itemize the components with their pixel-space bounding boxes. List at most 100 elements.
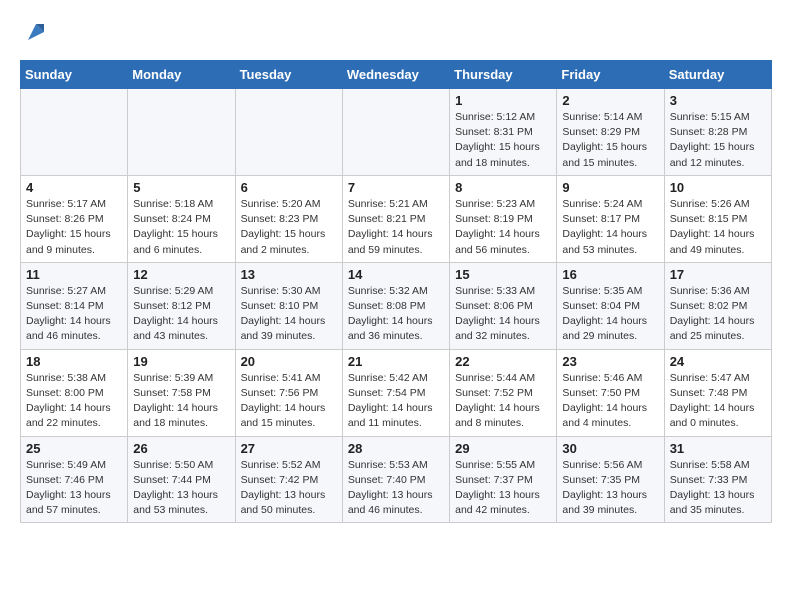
day-info: Sunrise: 5:12 AM Sunset: 8:31 PM Dayligh… xyxy=(455,110,551,171)
calendar-cell xyxy=(342,89,449,176)
day-info: Sunrise: 5:35 AM Sunset: 8:04 PM Dayligh… xyxy=(562,284,658,345)
day-info: Sunrise: 5:17 AM Sunset: 8:26 PM Dayligh… xyxy=(26,197,122,258)
calendar-cell: 22 Sunrise: 5:44 AM Sunset: 7:52 PM Dayli… xyxy=(450,349,557,436)
day-number: 16 xyxy=(562,267,658,282)
day-info: Sunrise: 5:58 AM Sunset: 7:33 PM Dayligh… xyxy=(670,458,766,519)
day-header-tuesday: Tuesday xyxy=(235,61,342,89)
week-row-5: 25 Sunrise: 5:49 AM Sunset: 7:46 PM Dayli… xyxy=(21,436,772,523)
day-info: Sunrise: 5:32 AM Sunset: 8:08 PM Dayligh… xyxy=(348,284,444,345)
calendar-cell: 28 Sunrise: 5:53 AM Sunset: 7:40 PM Dayli… xyxy=(342,436,449,523)
day-number: 29 xyxy=(455,441,551,456)
day-number: 5 xyxy=(133,180,229,195)
calendar-cell: 26 Sunrise: 5:50 AM Sunset: 7:44 PM Dayli… xyxy=(128,436,235,523)
day-number: 11 xyxy=(26,267,122,282)
calendar-cell: 29Sunrise: 5:55 AM Sunset: 7:37 PM Dayli… xyxy=(450,436,557,523)
calendar-cell xyxy=(128,89,235,176)
calendar-cell: 18 Sunrise: 5:38 AM Sunset: 8:00 PM Dayli… xyxy=(21,349,128,436)
calendar-cell: 8 Sunrise: 5:23 AM Sunset: 8:19 PM Daylig… xyxy=(450,175,557,262)
day-info: Sunrise: 5:56 AM Sunset: 7:35 PM Dayligh… xyxy=(562,458,658,519)
calendar-cell: 10 Sunrise: 5:26 AM Sunset: 8:15 PM Dayli… xyxy=(664,175,771,262)
day-number: 19 xyxy=(133,354,229,369)
day-number: 3 xyxy=(670,93,766,108)
day-info: Sunrise: 5:30 AM Sunset: 8:10 PM Dayligh… xyxy=(241,284,337,345)
logo xyxy=(20,20,48,44)
day-header-wednesday: Wednesday xyxy=(342,61,449,89)
calendar-table: SundayMondayTuesdayWednesdayThursdayFrid… xyxy=(20,60,772,523)
calendar-cell: 24Sunrise: 5:47 AM Sunset: 7:48 PM Dayli… xyxy=(664,349,771,436)
day-number: 22 xyxy=(455,354,551,369)
day-info: Sunrise: 5:14 AM Sunset: 8:29 PM Dayligh… xyxy=(562,110,658,171)
day-info: Sunrise: 5:15 AM Sunset: 8:28 PM Dayligh… xyxy=(670,110,766,171)
header-row: SundayMondayTuesdayWednesdayThursdayFrid… xyxy=(21,61,772,89)
week-row-4: 18 Sunrise: 5:38 AM Sunset: 8:00 PM Dayli… xyxy=(21,349,772,436)
day-info: Sunrise: 5:21 AM Sunset: 8:21 PM Dayligh… xyxy=(348,197,444,258)
day-header-thursday: Thursday xyxy=(450,61,557,89)
day-number: 6 xyxy=(241,180,337,195)
calendar-cell: 6 Sunrise: 5:20 AM Sunset: 8:23 PM Daylig… xyxy=(235,175,342,262)
day-header-monday: Monday xyxy=(128,61,235,89)
day-info: Sunrise: 5:52 AM Sunset: 7:42 PM Dayligh… xyxy=(241,458,337,519)
day-number: 2 xyxy=(562,93,658,108)
calendar-cell: 20Sunrise: 5:41 AM Sunset: 7:56 PM Dayli… xyxy=(235,349,342,436)
day-info: Sunrise: 5:36 AM Sunset: 8:02 PM Dayligh… xyxy=(670,284,766,345)
day-info: Sunrise: 5:23 AM Sunset: 8:19 PM Dayligh… xyxy=(455,197,551,258)
day-number: 26 xyxy=(133,441,229,456)
day-number: 30 xyxy=(562,441,658,456)
day-info: Sunrise: 5:53 AM Sunset: 7:40 PM Dayligh… xyxy=(348,458,444,519)
day-info: Sunrise: 5:49 AM Sunset: 7:46 PM Dayligh… xyxy=(26,458,122,519)
day-number: 13 xyxy=(241,267,337,282)
day-info: Sunrise: 5:39 AM Sunset: 7:58 PM Dayligh… xyxy=(133,371,229,432)
day-info: Sunrise: 5:38 AM Sunset: 8:00 PM Dayligh… xyxy=(26,371,122,432)
calendar-cell: 2 Sunrise: 5:14 AM Sunset: 8:29 PM Daylig… xyxy=(557,89,664,176)
day-info: Sunrise: 5:47 AM Sunset: 7:48 PM Dayligh… xyxy=(670,371,766,432)
day-number: 7 xyxy=(348,180,444,195)
day-number: 18 xyxy=(26,354,122,369)
calendar-cell: 1 Sunrise: 5:12 AM Sunset: 8:31 PM Daylig… xyxy=(450,89,557,176)
calendar-cell: 16 Sunrise: 5:35 AM Sunset: 8:04 PM Dayli… xyxy=(557,262,664,349)
calendar-cell: 3 Sunrise: 5:15 AM Sunset: 8:28 PM Daylig… xyxy=(664,89,771,176)
calendar-cell: 11Sunrise: 5:27 AM Sunset: 8:14 PM Dayli… xyxy=(21,262,128,349)
day-number: 1 xyxy=(455,93,551,108)
day-number: 12 xyxy=(133,267,229,282)
day-info: Sunrise: 5:44 AM Sunset: 7:52 PM Dayligh… xyxy=(455,371,551,432)
day-info: Sunrise: 5:20 AM Sunset: 8:23 PM Dayligh… xyxy=(241,197,337,258)
calendar-cell: 27Sunrise: 5:52 AM Sunset: 7:42 PM Dayli… xyxy=(235,436,342,523)
calendar-cell: 14 Sunrise: 5:32 AM Sunset: 8:08 PM Dayli… xyxy=(342,262,449,349)
day-info: Sunrise: 5:42 AM Sunset: 7:54 PM Dayligh… xyxy=(348,371,444,432)
calendar-cell: 17 Sunrise: 5:36 AM Sunset: 8:02 PM Dayli… xyxy=(664,262,771,349)
day-info: Sunrise: 5:50 AM Sunset: 7:44 PM Dayligh… xyxy=(133,458,229,519)
day-info: Sunrise: 5:29 AM Sunset: 8:12 PM Dayligh… xyxy=(133,284,229,345)
day-number: 9 xyxy=(562,180,658,195)
calendar-cell: 23 Sunrise: 5:46 AM Sunset: 7:50 PM Dayli… xyxy=(557,349,664,436)
day-number: 8 xyxy=(455,180,551,195)
calendar-cell: 30 Sunrise: 5:56 AM Sunset: 7:35 PM Dayli… xyxy=(557,436,664,523)
calendar-cell: 9Sunrise: 5:24 AM Sunset: 8:17 PM Daylig… xyxy=(557,175,664,262)
day-info: Sunrise: 5:26 AM Sunset: 8:15 PM Dayligh… xyxy=(670,197,766,258)
calendar-cell: 15 Sunrise: 5:33 AM Sunset: 8:06 PM Dayli… xyxy=(450,262,557,349)
day-number: 20 xyxy=(241,354,337,369)
week-row-1: 1 Sunrise: 5:12 AM Sunset: 8:31 PM Daylig… xyxy=(21,89,772,176)
day-info: Sunrise: 5:33 AM Sunset: 8:06 PM Dayligh… xyxy=(455,284,551,345)
week-row-2: 4Sunrise: 5:17 AM Sunset: 8:26 PM Daylig… xyxy=(21,175,772,262)
day-number: 23 xyxy=(562,354,658,369)
calendar-cell: 31 Sunrise: 5:58 AM Sunset: 7:33 PM Dayli… xyxy=(664,436,771,523)
calendar-cell: 5 Sunrise: 5:18 AM Sunset: 8:24 PM Daylig… xyxy=(128,175,235,262)
day-number: 28 xyxy=(348,441,444,456)
day-info: Sunrise: 5:18 AM Sunset: 8:24 PM Dayligh… xyxy=(133,197,229,258)
day-number: 31 xyxy=(670,441,766,456)
day-number: 21 xyxy=(348,354,444,369)
calendar-cell: 7 Sunrise: 5:21 AM Sunset: 8:21 PM Daylig… xyxy=(342,175,449,262)
day-number: 15 xyxy=(455,267,551,282)
day-number: 14 xyxy=(348,267,444,282)
day-header-saturday: Saturday xyxy=(664,61,771,89)
calendar-cell xyxy=(235,89,342,176)
day-info: Sunrise: 5:46 AM Sunset: 7:50 PM Dayligh… xyxy=(562,371,658,432)
day-header-sunday: Sunday xyxy=(21,61,128,89)
day-number: 10 xyxy=(670,180,766,195)
calendar-cell: 19 Sunrise: 5:39 AM Sunset: 7:58 PM Dayli… xyxy=(128,349,235,436)
calendar-cell: 25 Sunrise: 5:49 AM Sunset: 7:46 PM Dayli… xyxy=(21,436,128,523)
page-header xyxy=(20,20,772,44)
day-number: 25 xyxy=(26,441,122,456)
calendar-cell: 12 Sunrise: 5:29 AM Sunset: 8:12 PM Dayli… xyxy=(128,262,235,349)
day-number: 17 xyxy=(670,267,766,282)
